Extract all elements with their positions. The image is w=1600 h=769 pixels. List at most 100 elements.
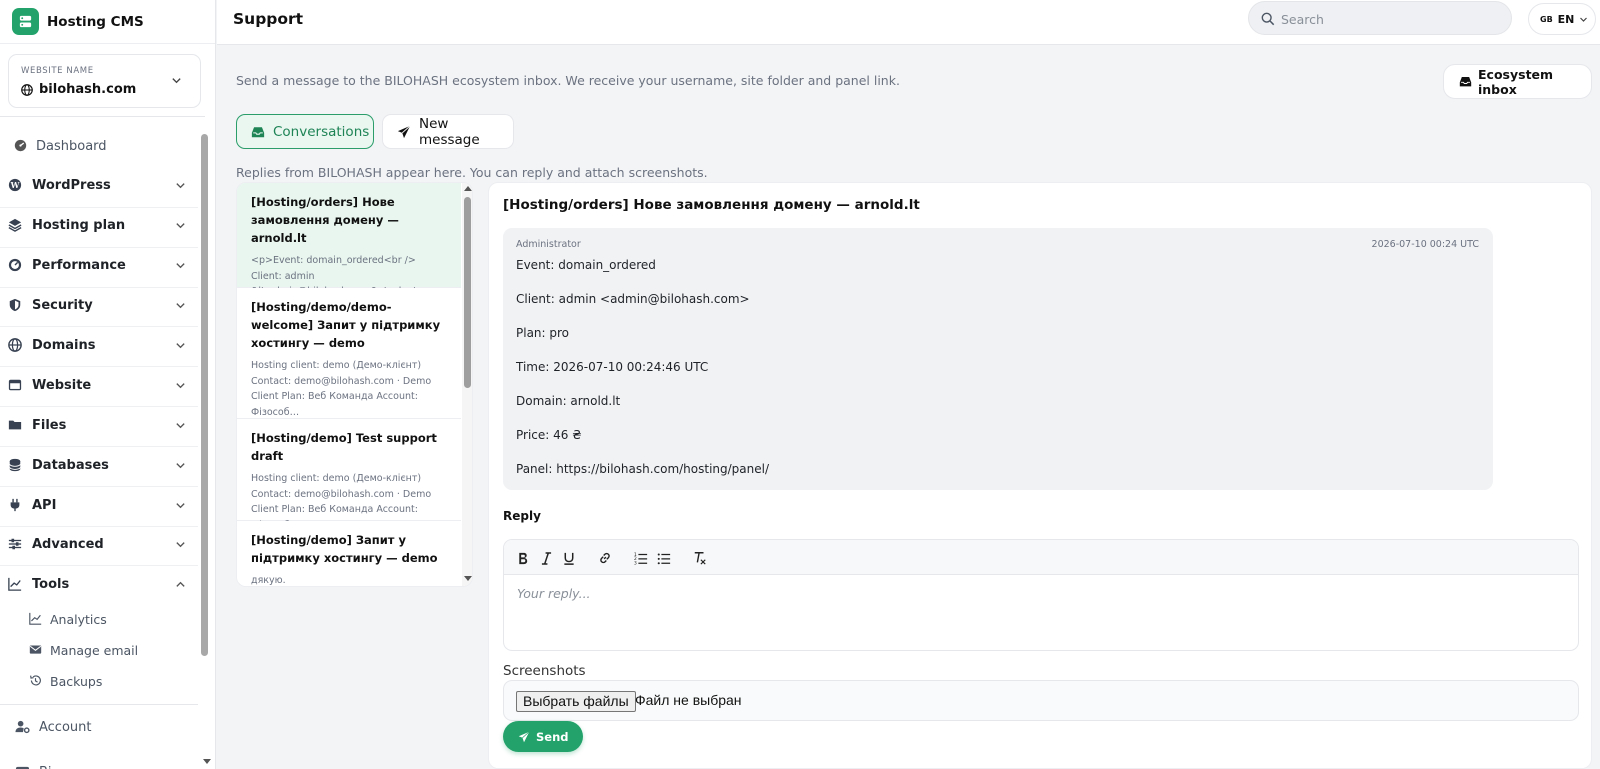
wordpress-icon: W: [8, 178, 23, 193]
sidebar-subitem-backups[interactable]: Backups: [0, 668, 198, 694]
conversation-list: [Hosting/orders] Нове замовлення домену …: [236, 182, 473, 587]
shield-icon: [8, 298, 23, 313]
sidebar-item-label: Hosting plan: [32, 218, 126, 233]
sliders-icon: [8, 537, 23, 552]
chart-icon: [8, 577, 23, 592]
mail-icon: [29, 643, 42, 656]
billing-icon: [15, 764, 30, 769]
sidebar-item-databases[interactable]: Databases: [0, 446, 198, 485]
bullet-list-icon[interactable]: [655, 549, 673, 567]
svg-text:3: 3: [634, 561, 637, 565]
message-author: Administrator: [516, 239, 581, 250]
scroll-down-arrow-icon[interactable]: [203, 759, 211, 765]
screenshots-label: Screenshots: [503, 663, 586, 679]
bold-icon[interactable]: [514, 549, 532, 567]
sidebar-item-hosting-plan[interactable]: Hosting plan: [0, 206, 198, 245]
message-line: Price: 46 ₴: [516, 428, 582, 442]
chevron-down-icon: [175, 340, 186, 351]
sidebar-item-label: Files: [32, 418, 67, 433]
chevron-down-icon: [175, 500, 186, 511]
reply-label: Reply: [503, 509, 541, 523]
page-title: Support: [233, 10, 304, 28]
italic-icon[interactable]: [537, 549, 555, 567]
reply-editor[interactable]: 123 Your reply...: [503, 539, 1579, 651]
sidebar-item-label: Performance: [32, 258, 126, 273]
conversation-item[interactable]: [Hosting/demo/demo-welcome] Запит у підт…: [237, 288, 461, 419]
link-icon[interactable]: [596, 549, 614, 567]
sidebar-item-security[interactable]: Security: [0, 286, 198, 325]
search-input[interactable]: [1281, 8, 1501, 30]
sidebar-item-website[interactable]: Website: [0, 366, 198, 405]
message-date: 2026-07-10 00:24 UTC: [1371, 239, 1479, 250]
sidebar-subitem-manage-email[interactable]: Manage email: [0, 637, 198, 663]
conversation-title: [Hosting/orders] Нове замовлення домену …: [251, 195, 399, 245]
conversation-scrollbar-thumb[interactable]: [464, 197, 471, 388]
chevron-down-icon: [175, 300, 186, 311]
conversation-item[interactable]: [Hosting/demo] Test support draft Hostin…: [237, 419, 461, 531]
tab-label: Conversations: [273, 123, 370, 140]
sidebar-subitem-analytics[interactable]: Analytics: [0, 606, 198, 632]
sidebar-item-api[interactable]: API: [0, 486, 198, 525]
tab-new-message[interactable]: New message: [382, 114, 514, 149]
underline-icon[interactable]: [560, 549, 578, 567]
file-status: Файл не выбран: [635, 692, 742, 708]
sidebar-subitem-label: Manage email: [50, 642, 139, 658]
send-icon: [397, 125, 411, 139]
chevron-down-icon: [175, 539, 186, 550]
website-name: bilohash.com: [39, 82, 137, 97]
chevron-down-icon: [175, 460, 186, 471]
clear-format-icon[interactable]: [691, 549, 709, 567]
chevron-down-icon: [175, 220, 186, 231]
sidebar-item-account[interactable]: Account: [0, 712, 198, 742]
conversation-preview: Hosting client: demo (Демо-клієнт) Conta…: [251, 360, 432, 418]
sidebar-item-label: Domains: [32, 338, 96, 353]
conversation-title: [Hosting/demo] Запит у підтримку хостинг…: [251, 533, 438, 565]
sidebar-item-files[interactable]: Files: [0, 406, 198, 445]
message-line: Time: 2026-07-10 00:24:46 UTC: [516, 360, 709, 374]
thread-panel: [Hosting/orders] Нове замовлення домену …: [488, 182, 1592, 769]
sidebar-item-performance[interactable]: Performance: [0, 246, 198, 285]
conversation-title: [Hosting/demo/demo-welcome] Запит у підт…: [251, 300, 441, 350]
top-bar: Support GB EN: [217, 0, 1600, 45]
ecosystem-inbox-label: Ecosystem inbox: [1478, 66, 1554, 97]
conversation-preview: дякую.: [251, 575, 286, 586]
message-line: Event: domain_ordered: [516, 258, 656, 272]
conversation-title: [Hosting/demo] Test support draft: [251, 431, 437, 463]
chevron-up-icon: [175, 579, 186, 590]
sidebar-scrollbar-thumb[interactable]: [201, 134, 208, 656]
sidebar-item-label: Advanced: [32, 537, 104, 552]
chevron-down-icon: [175, 420, 186, 431]
database-icon: [8, 458, 23, 473]
scroll-up-arrow-icon[interactable]: [464, 185, 472, 191]
search-box[interactable]: [1248, 1, 1512, 35]
sidebar-item-domains[interactable]: Domains: [0, 326, 198, 365]
send-button[interactable]: Send: [503, 721, 583, 752]
scroll-down-arrow-icon[interactable]: [464, 576, 472, 582]
choose-files-button[interactable]: Выбрать файлы: [516, 691, 636, 712]
conversation-item[interactable]: [Hosting/demo] Запит у підтримку хостинг…: [237, 521, 461, 586]
brand[interactable]: Hosting CMS: [0, 0, 215, 44]
folder-icon: [8, 418, 23, 433]
sidebar-item-label: Databases: [32, 458, 109, 473]
send-label: Send: [536, 729, 569, 744]
sidebar-item-advanced[interactable]: Advanced: [0, 525, 198, 564]
sidebar-item-dashboard[interactable]: Dashboard: [0, 131, 198, 161]
sidebar-item-wordpress[interactable]: W WordPress: [0, 166, 198, 205]
globe-icon: [21, 83, 33, 96]
language-code: EN: [1557, 12, 1575, 26]
language-selector[interactable]: GB EN: [1528, 3, 1596, 35]
search-icon: [1261, 12, 1275, 26]
sidebar-item-label: WordPress: [32, 178, 111, 193]
ordered-list-icon[interactable]: 123: [632, 549, 650, 567]
conversation-item[interactable]: [Hosting/orders] Нове замовлення домену …: [237, 183, 461, 313]
website-selector-label: WEBSITE NAME: [21, 66, 94, 76]
sidebar-item-label: Tools: [32, 577, 70, 592]
website-selector[interactable]: WEBSITE NAME bilohash.com: [8, 54, 201, 108]
ecosystem-inbox-button[interactable]: Ecosystem inbox: [1443, 64, 1592, 99]
sidebar-item-tools[interactable]: Tools: [0, 565, 198, 604]
chevron-down-icon: [1579, 15, 1588, 24]
tab-conversations[interactable]: Conversations: [236, 114, 374, 149]
chevron-down-icon: [175, 260, 186, 271]
sidebar-item-partial[interactable]: Bi: [0, 757, 198, 769]
reply-textarea[interactable]: Your reply...: [517, 586, 591, 601]
